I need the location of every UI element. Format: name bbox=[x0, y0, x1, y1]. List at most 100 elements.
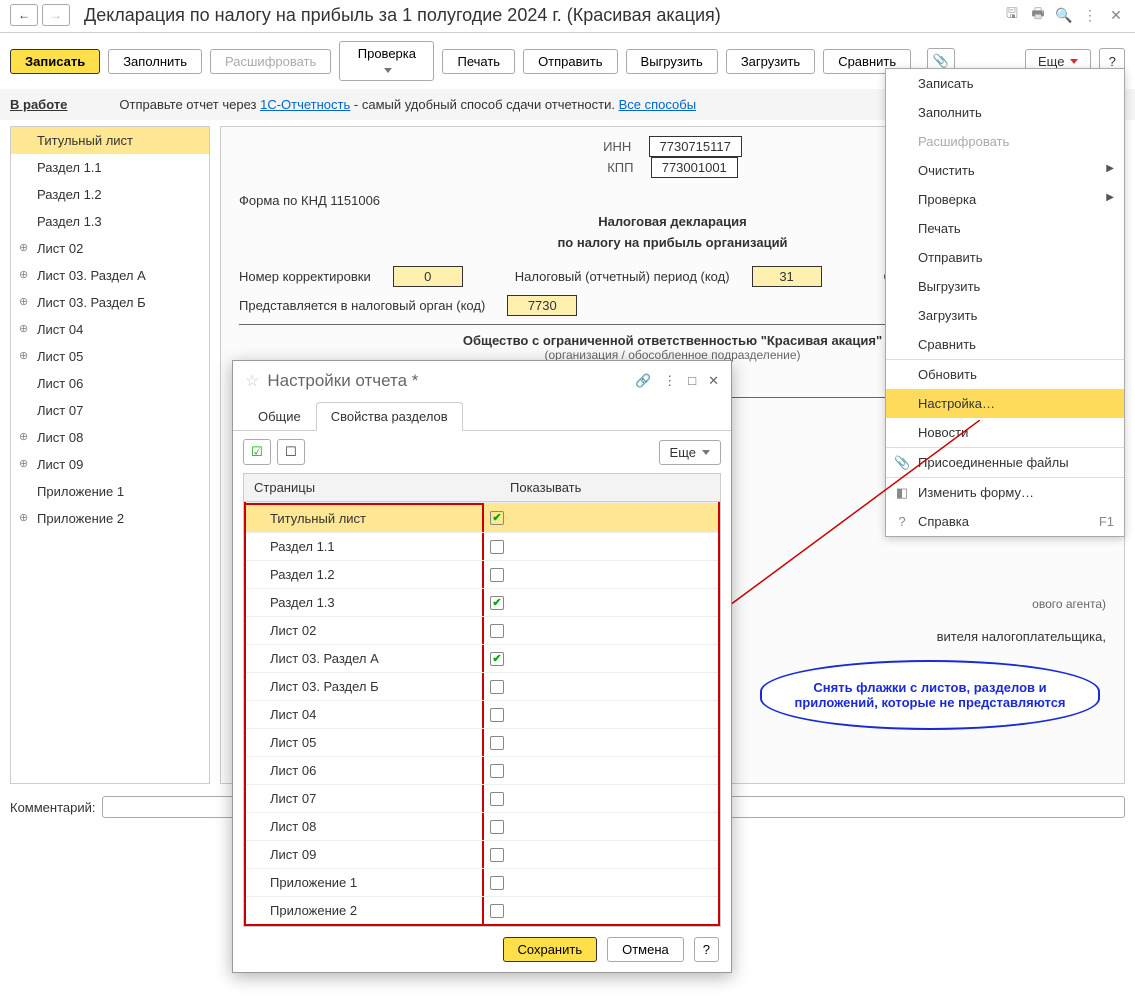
print-button[interactable]: Печать bbox=[442, 49, 515, 74]
sidebar-item[interactable]: Лист 08 bbox=[11, 424, 209, 451]
sidebar: Титульный листРаздел 1.1Раздел 1.2Раздел… bbox=[10, 126, 210, 784]
sidebar-item[interactable]: Раздел 1.2 bbox=[11, 181, 209, 208]
show-checkbox[interactable] bbox=[490, 652, 504, 666]
grid-row[interactable]: Лист 05 bbox=[246, 728, 718, 756]
nav-back-button[interactable]: ← bbox=[10, 4, 38, 26]
dropdown-item[interactable]: Настройка… bbox=[886, 389, 1124, 418]
dropdown-item[interactable]: Загрузить bbox=[886, 301, 1124, 330]
sidebar-item[interactable]: Лист 06 bbox=[11, 370, 209, 397]
inn-field[interactable]: 7730715117 bbox=[649, 136, 742, 157]
dialog-help-button[interactable]: ? bbox=[694, 937, 719, 962]
show-checkbox[interactable] bbox=[490, 680, 504, 694]
uncheck-all-button[interactable]: ☐ bbox=[277, 439, 305, 465]
sidebar-item[interactable]: Раздел 1.3 bbox=[11, 208, 209, 235]
dropdown-item[interactable]: Записать bbox=[886, 69, 1124, 98]
link-1c[interactable]: 1С-Отчетность bbox=[260, 97, 350, 112]
show-checkbox[interactable] bbox=[490, 820, 504, 834]
nav-forward-button[interactable]: → bbox=[42, 4, 70, 26]
tab-sections[interactable]: Свойства разделов bbox=[316, 402, 463, 431]
sidebar-item[interactable]: Лист 03. Раздел Б bbox=[11, 289, 209, 316]
grid-row[interactable]: Лист 03. Раздел Б bbox=[246, 672, 718, 700]
more-dropdown: ЗаписатьЗаполнитьРасшифроватьОчиститьПро… bbox=[885, 68, 1125, 537]
show-checkbox[interactable] bbox=[490, 596, 504, 610]
close-icon[interactable]: ✕ bbox=[1107, 6, 1125, 24]
show-checkbox[interactable] bbox=[490, 736, 504, 750]
show-checkbox[interactable] bbox=[490, 792, 504, 806]
dropdown-item[interactable]: Новости bbox=[886, 418, 1124, 447]
dropdown-item[interactable]: Отправить bbox=[886, 243, 1124, 272]
print-icon[interactable]: 🖶 bbox=[1029, 6, 1047, 24]
grid-row[interactable]: Лист 02 bbox=[246, 616, 718, 644]
dropdown-item[interactable]: Очистить bbox=[886, 156, 1124, 185]
irs-field[interactable]: 7730 bbox=[507, 295, 577, 316]
correction-field[interactable]: 0 bbox=[393, 266, 463, 287]
dialog-cancel-button[interactable]: Отмена bbox=[607, 937, 684, 962]
dialog-more-button[interactable]: Еще bbox=[659, 440, 721, 465]
sidebar-item[interactable]: Раздел 1.1 bbox=[11, 154, 209, 181]
status-label[interactable]: В работе bbox=[10, 97, 67, 112]
dialog-kebab-icon[interactable]: ⋮ bbox=[663, 373, 676, 389]
show-checkbox[interactable] bbox=[490, 904, 504, 918]
sidebar-item[interactable]: Приложение 1 bbox=[11, 478, 209, 505]
dropdown-item[interactable]: Обновить bbox=[886, 359, 1124, 389]
show-checkbox[interactable] bbox=[490, 568, 504, 582]
dropdown-item[interactable]: ◧Изменить форму… bbox=[886, 477, 1124, 507]
show-checkbox[interactable] bbox=[490, 708, 504, 722]
kebab-icon[interactable]: ⋮ bbox=[1081, 6, 1099, 24]
grid-row[interactable]: Лист 03. Раздел А bbox=[246, 644, 718, 672]
write-button[interactable]: Записать bbox=[10, 49, 100, 74]
sidebar-item[interactable]: Лист 02 bbox=[11, 235, 209, 262]
dropdown-item[interactable]: Выгрузить bbox=[886, 272, 1124, 301]
show-checkbox[interactable] bbox=[490, 764, 504, 778]
grid-row[interactable]: Лист 09 bbox=[246, 840, 718, 868]
sidebar-item[interactable]: Лист 09 bbox=[11, 451, 209, 478]
save-icon[interactable]: 🖫 bbox=[1003, 6, 1021, 24]
grid-row[interactable]: Лист 04 bbox=[246, 700, 718, 728]
sidebar-item[interactable]: Приложение 2 bbox=[11, 505, 209, 532]
show-checkbox[interactable] bbox=[490, 511, 504, 525]
import-button[interactable]: Загрузить bbox=[726, 49, 815, 74]
sidebar-item[interactable]: Титульный лист bbox=[11, 127, 209, 154]
comment-label: Комментарий: bbox=[10, 800, 96, 815]
grid-row[interactable]: Раздел 1.2 bbox=[246, 560, 718, 588]
dialog-maximize-icon[interactable]: □ bbox=[688, 373, 696, 389]
grid-row[interactable]: Лист 07 bbox=[246, 784, 718, 812]
check-button[interactable]: Проверка bbox=[339, 41, 434, 81]
export-button[interactable]: Выгрузить bbox=[626, 49, 718, 74]
dropdown-item[interactable]: ?СправкаF1 bbox=[886, 507, 1124, 536]
link-all-ways[interactable]: Все способы bbox=[619, 97, 696, 112]
sidebar-item[interactable]: Лист 03. Раздел А bbox=[11, 262, 209, 289]
show-checkbox[interactable] bbox=[490, 540, 504, 554]
dropdown-item[interactable]: Проверка bbox=[886, 185, 1124, 214]
sidebar-item[interactable]: Лист 05 bbox=[11, 343, 209, 370]
period-field[interactable]: 31 bbox=[752, 266, 822, 287]
sidebar-item[interactable]: Лист 04 bbox=[11, 316, 209, 343]
dialog-save-button[interactable]: Сохранить bbox=[503, 937, 598, 962]
dropdown-item[interactable]: 📎Присоединенные файлы bbox=[886, 447, 1124, 477]
kpp-field[interactable]: 773001001 bbox=[651, 157, 738, 178]
fill-button[interactable]: Заполнить bbox=[108, 49, 202, 74]
dropdown-item[interactable]: Печать bbox=[886, 214, 1124, 243]
send-button[interactable]: Отправить bbox=[523, 49, 617, 74]
link-icon[interactable]: 🔗 bbox=[635, 373, 651, 389]
grid-row[interactable]: Раздел 1.3 bbox=[246, 588, 718, 616]
grid-row[interactable]: Приложение 2 bbox=[246, 896, 718, 924]
preview-icon[interactable]: 🔍 bbox=[1055, 6, 1073, 24]
grid-row[interactable]: Титульный лист bbox=[246, 502, 718, 532]
show-checkbox[interactable] bbox=[490, 624, 504, 638]
sidebar-item[interactable]: Лист 07 bbox=[11, 397, 209, 424]
page-title: Декларация по налогу на прибыль за 1 пол… bbox=[84, 5, 721, 26]
tab-general[interactable]: Общие bbox=[243, 402, 316, 431]
show-checkbox[interactable] bbox=[490, 876, 504, 890]
star-icon[interactable]: ☆ bbox=[245, 371, 259, 391]
show-checkbox[interactable] bbox=[490, 848, 504, 862]
grid-row[interactable]: Лист 06 bbox=[246, 756, 718, 784]
grid-row[interactable]: Лист 08 bbox=[246, 812, 718, 840]
dropdown-item[interactable]: Сравнить bbox=[886, 330, 1124, 359]
decode-button: Расшифровать bbox=[210, 49, 331, 74]
check-all-button[interactable]: ☑ bbox=[243, 439, 271, 465]
dialog-close-icon[interactable]: ✕ bbox=[708, 373, 719, 389]
dropdown-item[interactable]: Заполнить bbox=[886, 98, 1124, 127]
grid-row[interactable]: Приложение 1 bbox=[246, 868, 718, 896]
grid-row[interactable]: Раздел 1.1 bbox=[246, 532, 718, 560]
